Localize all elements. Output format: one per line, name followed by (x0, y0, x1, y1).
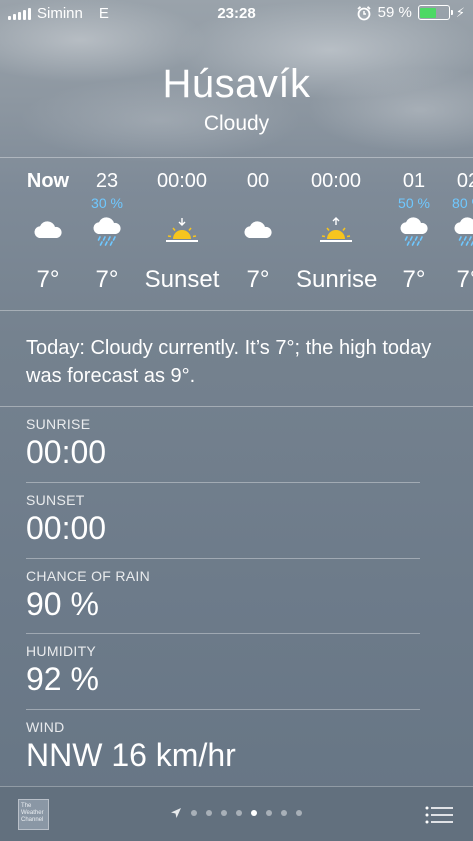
sunrise-icon (318, 216, 354, 248)
precipitation-chance: 30 % (91, 195, 123, 211)
charging-bolt-icon: ⚡︎ (455, 4, 465, 20)
status-bar: Siminn E 23:28 59 % ⚡︎ (0, 0, 473, 28)
detail-label: SUNSET (26, 492, 85, 508)
hour-temperature: 7° (456, 266, 473, 293)
hour-time: 00:00 (310, 170, 362, 192)
detail-value: NNW 16 km/hr (26, 737, 236, 773)
detail-sunset: SUNSET 00:00 (26, 492, 420, 547)
rain-cloud-icon (450, 216, 473, 248)
detail-value: 90 % (26, 586, 99, 622)
detail-label: WIND (26, 719, 65, 735)
page-dot[interactable] (296, 810, 302, 816)
battery-icon (417, 5, 453, 20)
page-dot[interactable] (281, 810, 287, 816)
detail-label: HUMIDITY (26, 643, 97, 659)
divider (26, 558, 420, 559)
detail-value: 92 % (26, 661, 99, 697)
detail-chance-of-rain: CHANCE OF RAIN 90 % (26, 568, 420, 623)
city-list-icon[interactable] (425, 805, 453, 825)
detail-value: 00:00 (26, 434, 107, 470)
hour-time: 23 (95, 170, 119, 192)
page-indicator[interactable] (170, 807, 302, 819)
daily-summary: Today: Cloudy currently. It’s 7°; the hi… (26, 337, 432, 387)
hour-temperature: 7° (95, 266, 119, 293)
precipitation-chance: 80 % (452, 195, 473, 211)
detail-label: SUNRISE (26, 416, 91, 432)
hour-time: 02 (456, 170, 473, 192)
divider (0, 406, 473, 407)
detail-label: CHANCE OF RAIN (26, 568, 150, 584)
rain-cloud-icon (89, 216, 125, 248)
battery-percentage: 59 % (377, 4, 412, 21)
divider (0, 310, 473, 311)
current-condition: Cloudy (203, 112, 270, 135)
divider (0, 157, 473, 158)
battery-level (420, 7, 437, 18)
cloud-icon (240, 216, 276, 248)
hourly-forecast[interactable]: Now 7° 23 30 % 7° 00:00 Sunset 00 7° 00:00 Sunrise… (0, 160, 473, 310)
hour-time: 00 (246, 170, 270, 192)
page-dot-active[interactable] (251, 810, 257, 816)
page-dot[interactable] (221, 810, 227, 816)
alarm-clock-icon (357, 5, 371, 20)
hour-temperature: Sunrise (296, 266, 378, 293)
divider (26, 709, 420, 710)
hour-temperature: 7° (246, 266, 270, 293)
divider (26, 482, 420, 483)
hour-time: 00:00 (156, 170, 208, 192)
rain-cloud-icon (396, 216, 432, 248)
detail-wind: WIND NNW 16 km/hr (26, 719, 420, 774)
detail-value: 00:00 (26, 510, 107, 546)
page-dot[interactable] (206, 810, 212, 816)
detail-sunrise: SUNRISE 00:00 (26, 416, 420, 471)
location-header: Húsavík Cloudy (0, 60, 473, 136)
location-arrow-icon (171, 808, 181, 818)
divider (26, 633, 420, 634)
weather-channel-logo[interactable]: The Weather Channel (18, 799, 49, 830)
page-dot[interactable] (191, 810, 197, 816)
status-right: 59 % ⚡︎ (356, 4, 465, 21)
city-name: Húsavík (162, 62, 311, 106)
hour-temperature: Sunset (144, 266, 220, 293)
bottom-toolbar: The Weather Channel (0, 786, 473, 841)
page-dot[interactable] (236, 810, 242, 816)
sunset-icon (164, 216, 200, 248)
page-dot[interactable] (266, 810, 272, 816)
cloud-icon (30, 216, 66, 248)
detail-humidity: HUMIDITY 92 % (26, 643, 420, 698)
